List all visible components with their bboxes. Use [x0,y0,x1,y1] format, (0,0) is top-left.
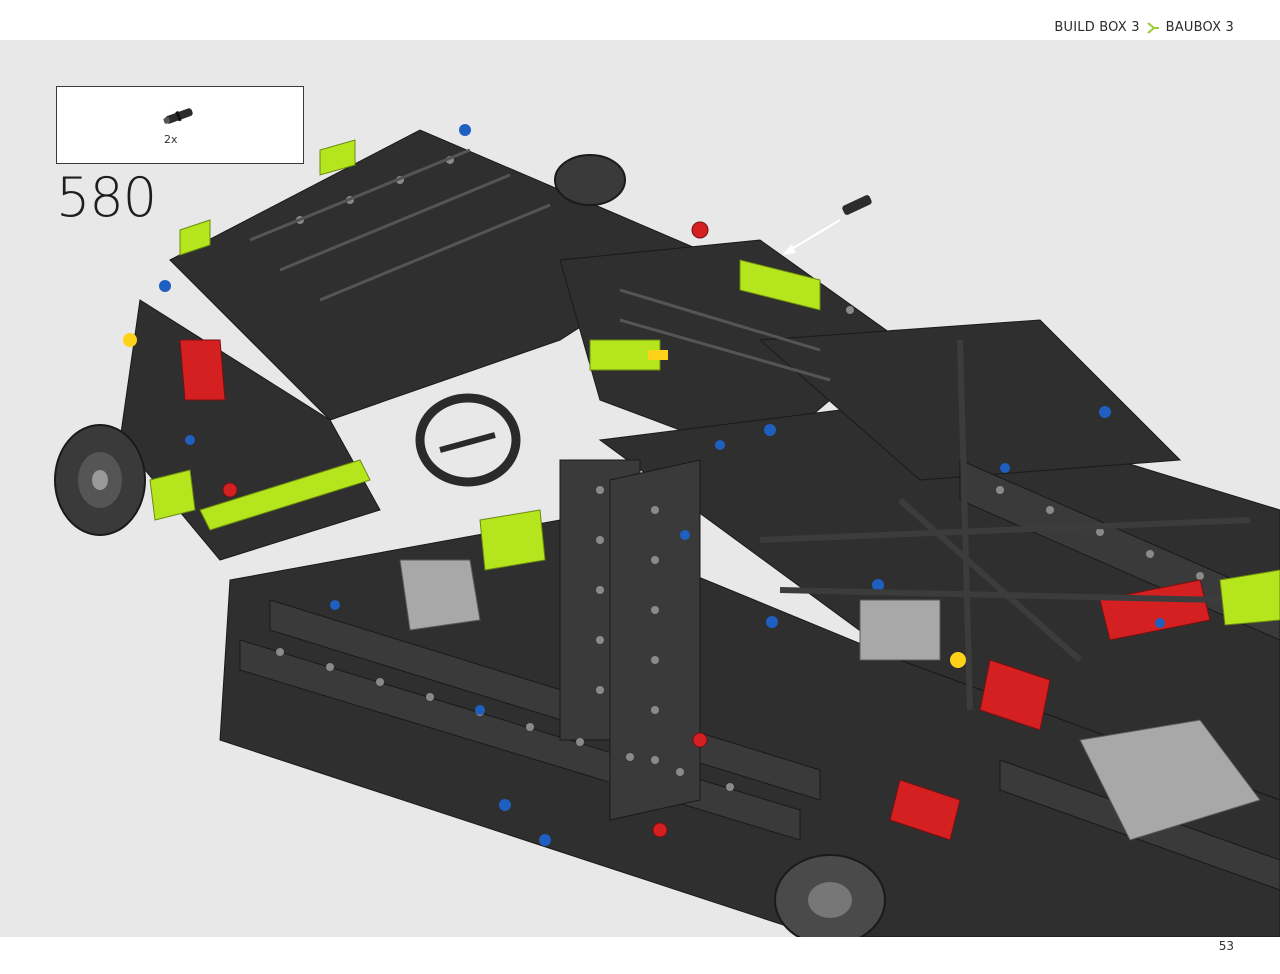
lime-arrow-icon [1147,21,1159,34]
breadcrumb: BUILD BOX 3 BAUBOX 3 [1054,20,1234,35]
insertion-arrow [782,195,872,255]
page-number: 53 [1218,939,1234,953]
build-box-label: BUILD BOX 3 [1054,20,1140,35]
steering-wheel [415,393,521,487]
technic-car-chassis-illustration [54,124,1280,937]
baubox-label: BAUBOX 3 [1165,20,1234,35]
step-number: 580 [56,166,157,229]
axle-pin-icon [163,108,193,124]
part-quantity: 2x [164,133,178,146]
page-header: BUILD BOX 3 BAUBOX 3 [0,0,1280,40]
page-footer: 53 [0,937,1280,974]
parts-callout-box: 2x [56,86,304,164]
instruction-stage: 2x 580 [0,40,1280,937]
